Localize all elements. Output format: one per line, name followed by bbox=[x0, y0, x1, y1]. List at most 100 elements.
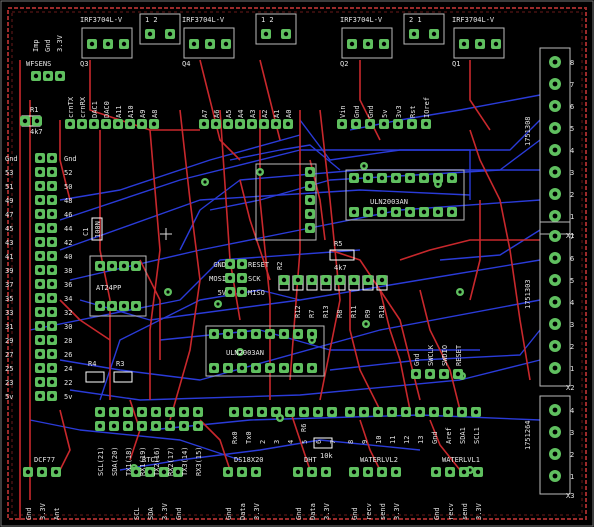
left-pin-label: 29 bbox=[5, 337, 13, 345]
mosfet-pad bbox=[363, 39, 373, 49]
arduino-top-label: DAC0 bbox=[103, 101, 111, 118]
bottom-pad bbox=[359, 407, 369, 417]
terminal-hole bbox=[552, 255, 558, 261]
left-pin-label: 43 bbox=[5, 239, 13, 247]
r1-pad bbox=[20, 116, 30, 126]
icsp-label-left: MOSI bbox=[209, 275, 226, 283]
wfsens-pad bbox=[55, 71, 65, 81]
left-header-pad bbox=[35, 237, 45, 247]
uln-upper-label: ULN2003AN bbox=[370, 198, 408, 206]
right-pin-label: 24 bbox=[64, 365, 72, 373]
uln-pad bbox=[349, 207, 359, 217]
terminal-hole bbox=[552, 81, 558, 87]
arduino-top-pad bbox=[421, 119, 431, 129]
r1-pad bbox=[32, 116, 42, 126]
uln-pad bbox=[405, 207, 415, 217]
wfsens-pin-label: Gnd bbox=[44, 39, 52, 52]
bottom-pad bbox=[123, 407, 133, 417]
resistor-r6-value: 10k bbox=[320, 452, 333, 460]
terminal-pin-label: 7 bbox=[570, 233, 574, 241]
resistor-array-pad bbox=[293, 275, 303, 285]
arduino-top-label: A3 bbox=[249, 110, 257, 118]
left-header-pad bbox=[47, 279, 57, 289]
right-pin-label: 32 bbox=[64, 309, 72, 317]
jumper-label: 1 2 bbox=[145, 16, 158, 24]
bottom-pad bbox=[429, 407, 439, 417]
left-header-pad bbox=[35, 153, 45, 163]
terminal-hole bbox=[552, 429, 558, 435]
bottom-pad bbox=[193, 421, 203, 431]
arduino-top-pad bbox=[101, 119, 111, 129]
bottom-pad bbox=[151, 407, 161, 417]
right-pin-label: 34 bbox=[64, 295, 72, 303]
mosfet-ref-label: Q4 bbox=[182, 60, 190, 68]
mosfet-part-label: IRF3704L-V bbox=[452, 16, 495, 24]
resistor-array-label: R10 bbox=[378, 305, 386, 318]
icsp-pad bbox=[237, 287, 247, 297]
uln-pad bbox=[433, 207, 443, 217]
array-pad bbox=[305, 223, 315, 233]
bottom-pad bbox=[165, 407, 175, 417]
connector-name: DS18X20 bbox=[234, 456, 264, 464]
right-pin-label: 22 bbox=[64, 379, 72, 387]
uln-pad bbox=[377, 173, 387, 183]
arduino-top-pad bbox=[283, 119, 293, 129]
terminal-pin-label: 3 bbox=[570, 429, 574, 437]
bottom-pad bbox=[257, 407, 267, 417]
connector-pad bbox=[223, 467, 233, 477]
connector-pin-label: Data bbox=[239, 503, 247, 520]
bottom-mid-label: 6 bbox=[315, 440, 323, 444]
swd-pad bbox=[453, 369, 463, 379]
bottom-pad bbox=[415, 407, 425, 417]
uln-pad bbox=[265, 363, 275, 373]
bottom-pad bbox=[345, 407, 355, 417]
eeprom-pad bbox=[131, 301, 141, 311]
resistor-array-pad bbox=[363, 275, 373, 285]
connector-pin-label: SDA bbox=[147, 507, 155, 520]
terminal-hole bbox=[552, 125, 558, 131]
left-header-pad bbox=[47, 363, 57, 373]
connector-pin-label: Gnd bbox=[295, 507, 303, 520]
bottom-mid-label: 5 bbox=[301, 440, 309, 444]
connector-name: DHT bbox=[304, 456, 317, 464]
mosfet-pad bbox=[189, 39, 199, 49]
terminal-hole bbox=[552, 191, 558, 197]
arduino-top-label: IOref bbox=[423, 97, 431, 118]
bottom-right-label: SCL1 bbox=[473, 427, 481, 444]
terminal-pin-label: 3 bbox=[570, 169, 574, 177]
resistor-r2-label: R2 bbox=[276, 262, 284, 270]
mosfet-ref-label: Q2 bbox=[340, 60, 348, 68]
uln-pad bbox=[363, 173, 373, 183]
resistor-array-pad bbox=[279, 275, 289, 285]
bottom-pad bbox=[387, 407, 397, 417]
right-pin-label: 40 bbox=[64, 253, 72, 261]
uln-pad bbox=[307, 329, 317, 339]
arduino-top-pad bbox=[259, 119, 269, 129]
via bbox=[214, 300, 222, 308]
left-pin-label: 31 bbox=[5, 323, 13, 331]
bottom-mid-label: 4 bbox=[287, 440, 295, 444]
bottom-pad bbox=[229, 407, 239, 417]
mosfet-pad bbox=[87, 39, 97, 49]
mosfet-part-label: IRF3704L-V bbox=[80, 16, 123, 24]
left-header-pad bbox=[47, 167, 57, 177]
connector-pad bbox=[37, 467, 47, 477]
right-pin-label: 48 bbox=[64, 197, 72, 205]
connector-pad bbox=[445, 467, 455, 477]
mosfet-pad bbox=[205, 39, 215, 49]
arduino-top-pad bbox=[223, 119, 233, 129]
terminal-ref-label: X2 bbox=[566, 384, 574, 392]
right-pin-label: 36 bbox=[64, 281, 72, 289]
bottom-pad bbox=[313, 407, 323, 417]
left-pin-label: 25 bbox=[5, 365, 13, 373]
swd-label: Gnd bbox=[413, 353, 421, 366]
bottom-pad bbox=[95, 407, 105, 417]
icsp-label-right: RESET bbox=[248, 261, 270, 269]
arduino-top-label: A6 bbox=[213, 110, 221, 118]
jumper-pad bbox=[165, 29, 175, 39]
resistor-array-label: R12 bbox=[294, 305, 302, 318]
right-pin-label: 46 bbox=[64, 211, 72, 219]
connector-pad bbox=[431, 467, 441, 477]
arduino-top-pad bbox=[351, 119, 361, 129]
left-header-pad bbox=[47, 349, 57, 359]
